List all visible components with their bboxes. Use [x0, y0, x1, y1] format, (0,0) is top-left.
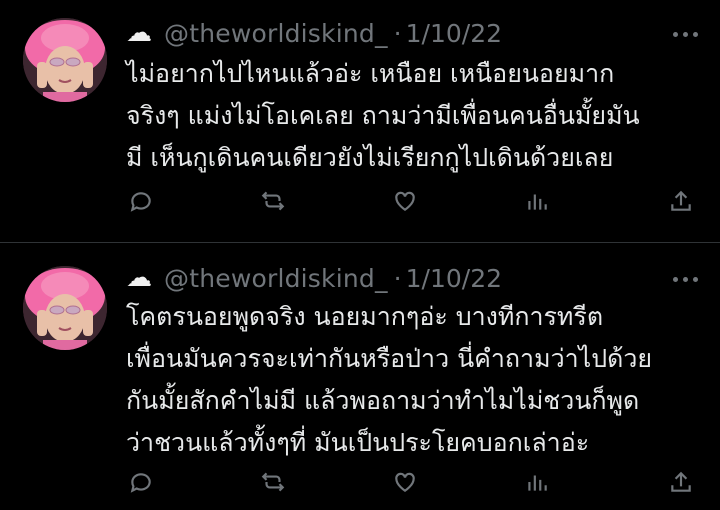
- retweet-icon[interactable]: [258, 186, 288, 216]
- tweet-header: ☁ @theworldiskind_ · 1/10/22: [126, 260, 502, 296]
- tweet-text: โคตรนอยพูดจริง นอยมากๆอ่ะ บางทีการทรีต เ…: [126, 296, 706, 464]
- tweet-text-line: มี เห็นกูเดินคนเดียวยังไม่เรียกกูไปเดินด…: [126, 143, 614, 172]
- separator: ·: [393, 263, 402, 293]
- analytics-icon[interactable]: [522, 186, 552, 216]
- tweet-text-line: ว่าชวนแล้วทั้งๆที่ มันเป็นประโยคบอกเล่าอ…: [126, 428, 590, 457]
- tweet[interactable]: ☁ @theworldiskind_ · 1/10/22 ไม่อยากไปไห…: [0, 0, 720, 243]
- tweet-text-line: จริงๆ แม่งไม่โอเคเลย ถามว่ามีเพื่อนคนอื่…: [126, 101, 640, 130]
- tweet-actions: [126, 467, 696, 497]
- tweet-date[interactable]: 1/10/22: [406, 19, 502, 48]
- share-icon[interactable]: [666, 467, 696, 497]
- analytics-icon[interactable]: [522, 467, 552, 497]
- more-options-icon[interactable]: [673, 32, 698, 37]
- tweet-header: ☁ @theworldiskind_ · 1/10/22: [126, 15, 502, 51]
- separator: ·: [393, 18, 402, 48]
- avatar[interactable]: [23, 18, 107, 102]
- cloud-icon: ☁: [126, 18, 152, 48]
- tweet-text-line: กันมั้ยสักคำไม่มี แล้วพอถามว่าทำไมไม่ชวน…: [126, 386, 640, 415]
- tweet-text-line: ไม่อยากไปไหนแล้วอ่ะ เหนือย เหนือยนอยมาก: [126, 59, 615, 88]
- share-icon[interactable]: [666, 186, 696, 216]
- retweet-icon[interactable]: [258, 467, 288, 497]
- tweet-text: ไม่อยากไปไหนแล้วอ่ะ เหนือย เหนือยนอยมาก …: [126, 53, 706, 179]
- reply-icon[interactable]: [126, 467, 156, 497]
- user-handle[interactable]: @theworldiskind_: [164, 19, 388, 48]
- tweet-date[interactable]: 1/10/22: [406, 264, 502, 293]
- avatar[interactable]: [23, 266, 107, 350]
- user-handle[interactable]: @theworldiskind_: [164, 264, 388, 293]
- divider: [0, 242, 720, 243]
- more-options-icon[interactable]: [673, 277, 698, 282]
- tweet-actions: [126, 186, 696, 216]
- tweet-text-line: เพื่อนมันควรจะเท่ากันหรือป่าว นี่คำถามว่…: [126, 344, 653, 373]
- like-icon[interactable]: [390, 186, 420, 216]
- tweet-text-line: โคตรนอยพูดจริง นอยมากๆอ่ะ บางทีการทรีต: [126, 302, 604, 331]
- reply-icon[interactable]: [126, 186, 156, 216]
- like-icon[interactable]: [390, 467, 420, 497]
- cloud-icon: ☁: [126, 263, 152, 293]
- tweet[interactable]: ☁ @theworldiskind_ · 1/10/22 โคตรนอยพูดจ…: [0, 244, 720, 510]
